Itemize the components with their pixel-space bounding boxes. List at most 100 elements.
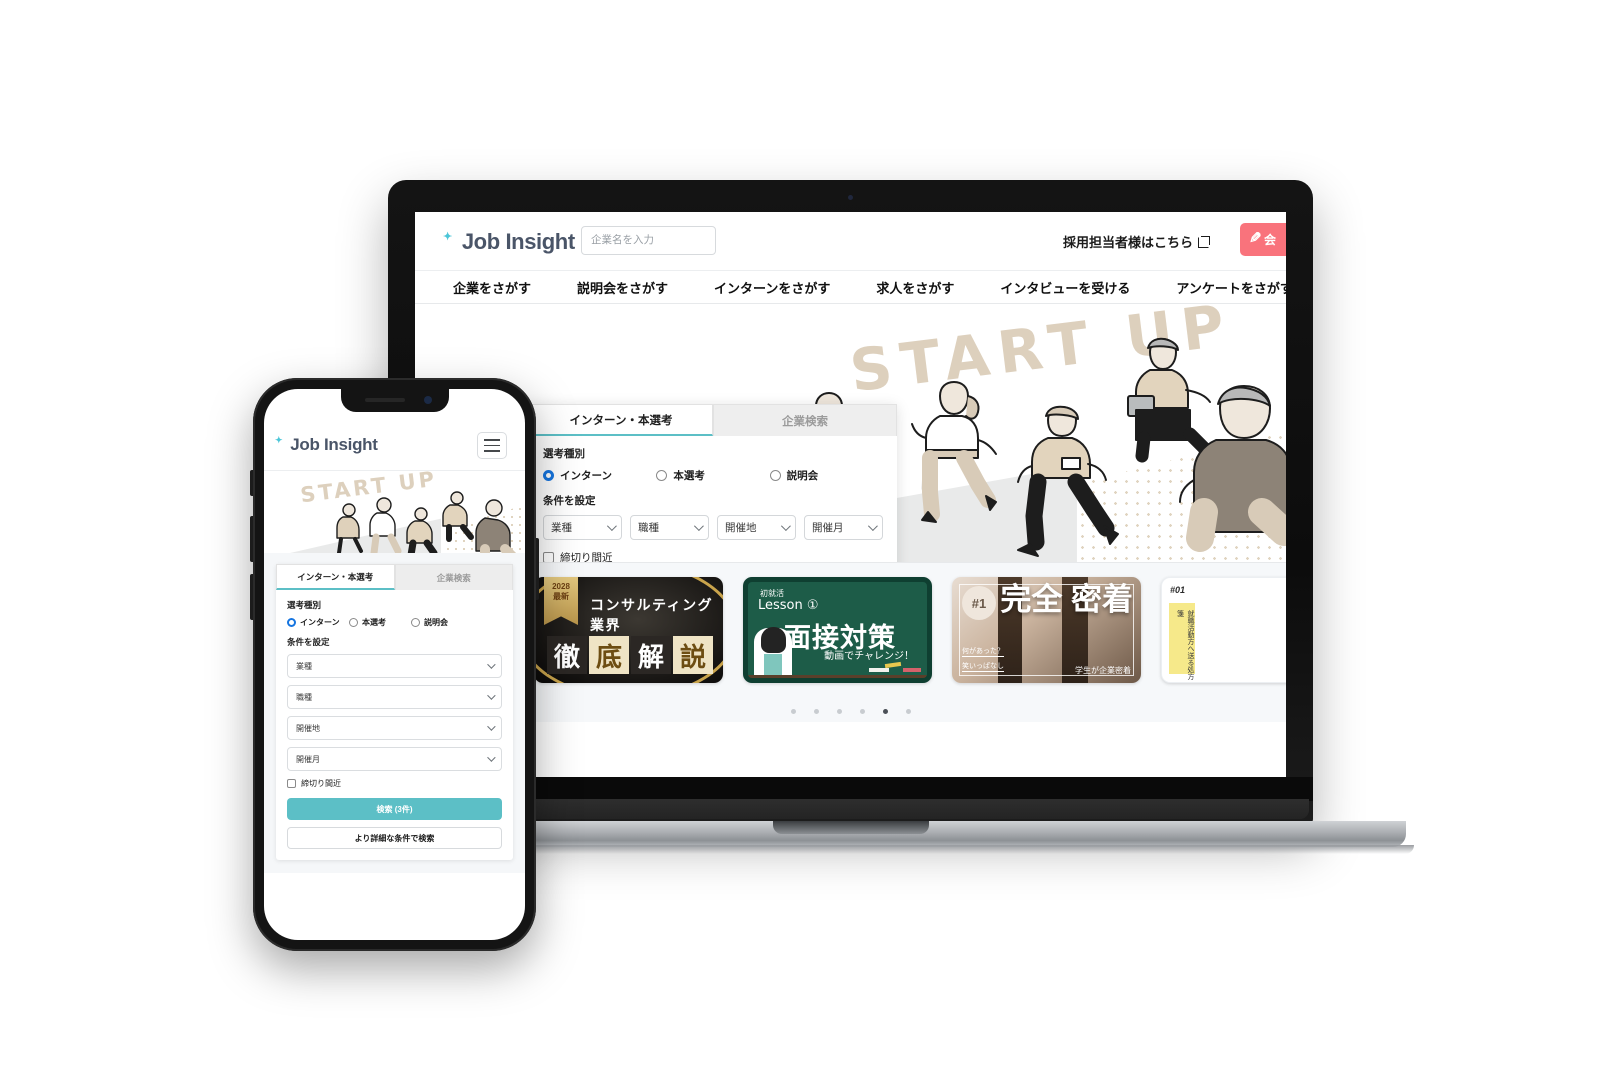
tab-company-search[interactable]: 企業検索	[713, 404, 897, 436]
phone-select-month[interactable]: 開催月	[287, 747, 502, 771]
radio-internship-dot	[543, 470, 554, 481]
carousel-dot[interactable]	[790, 709, 796, 714]
banner-card[interactable]: 2028 最新 コンサルティング業界 徹 底 解 説	[534, 577, 723, 683]
phone-deadline-checkbox-label: 締切り間近	[301, 779, 341, 788]
phone-radio-main-selection[interactable]: 本選考	[349, 617, 411, 628]
radio-main-selection[interactable]: 本選考	[656, 468, 769, 483]
laptop-base-notch	[772, 821, 929, 834]
select-location[interactable]: 開催地	[717, 515, 796, 540]
chevron-down-icon	[780, 521, 791, 532]
desktop-banner-carousel: 上級 攻略 2028 最新 コンサルティング業界 徹 底 解	[415, 562, 1286, 722]
radio-internship-label: インターン	[560, 470, 612, 482]
phone-select-industry[interactable]: 業種	[287, 654, 502, 678]
radio-briefing[interactable]: 説明会	[769, 468, 883, 483]
register-button-label: 会	[1264, 233, 1277, 247]
phone-select-job-type[interactable]: 職種	[287, 685, 502, 709]
carousel-dot[interactable]	[859, 709, 865, 714]
phone-hero-people-illustration	[336, 491, 517, 553]
banner-card[interactable]: #01 就職活動方へ送る処方箋	[1161, 577, 1286, 683]
chevron-down-icon	[606, 521, 617, 532]
deadline-checkbox[interactable]	[543, 552, 554, 562]
phone-radio-briefing[interactable]: 説明会	[411, 617, 473, 628]
desktop-main-nav: 企業をさがす 説明会をさがす インターンをさがす 求人をさがす インタビューを受…	[415, 270, 1286, 304]
burger-line	[484, 450, 500, 453]
select-month-label: 開催月	[812, 522, 844, 534]
phone-radio-internship[interactable]: インターン	[287, 617, 349, 628]
desktop-panel-tabs: インターン・本選考 企業検索	[529, 404, 897, 436]
banner-card[interactable]: 初就活 Lesson ① 面接対策 動画でチャレンジ！	[743, 577, 932, 683]
banner2-kanji-2: 底	[589, 636, 629, 674]
banner2-ribbon-year: 2028	[552, 582, 570, 591]
phone-logo[interactable]: ✦ Job Insight	[275, 435, 378, 455]
nav-item-companies[interactable]: 企業をさがす	[453, 278, 531, 297]
external-link-icon	[1198, 235, 1210, 248]
nav-item-jobs[interactable]: 求人をさがす	[876, 278, 954, 297]
phone-detailed-search-button[interactable]: より詳細な条件で検索	[287, 827, 502, 849]
desktop-search-panel: インターン・本選考 企業検索 選考種別 インターン 本選考 説明会 条件を設定 …	[529, 404, 897, 562]
desktop-logo[interactable]: ✦ Job Insight	[443, 229, 575, 255]
banner3-chalk-ledge	[748, 675, 927, 678]
phone-select-location[interactable]: 開催地	[287, 716, 502, 740]
phone-radio-main-selection-dot	[349, 618, 358, 627]
carousel-dots	[790, 709, 911, 714]
phone-panel-wrapper: インターン・本選考 企業検索 選考種別 インターン 本選考 説明会 条件を設定 …	[264, 553, 525, 873]
radio-briefing-label: 説明会	[786, 470, 819, 482]
chevron-down-icon	[487, 753, 496, 762]
banner3-chalk-red	[903, 668, 921, 672]
phone-search-panel: インターン・本選考 企業検索 選考種別 インターン 本選考 説明会 条件を設定 …	[276, 564, 513, 860]
select-location-label: 開催地	[725, 522, 757, 534]
webcam-icon	[848, 195, 853, 200]
phone-deadline-checkbox-row[interactable]: 締切り間近	[287, 778, 502, 789]
select-job-type[interactable]: 職種	[630, 515, 709, 540]
banner2-title: コンサルティング業界	[590, 597, 714, 633]
phone-power-button[interactable]	[536, 538, 539, 600]
phone-silent-switch[interactable]	[250, 470, 253, 496]
carousel-dot[interactable]	[836, 709, 842, 714]
nav-item-surveys[interactable]: アンケートをさがす	[1176, 278, 1286, 297]
deadline-checkbox-row[interactable]: 締切り間近	[543, 550, 883, 562]
select-month[interactable]: 開催月	[804, 515, 883, 540]
phone-select-location-label: 開催地	[296, 723, 320, 733]
phone-deadline-checkbox[interactable]	[287, 779, 296, 788]
phone-volume-up-button[interactable]	[250, 516, 253, 562]
banner-track: 上級 攻略 2028 最新 コンサルティング業界 徹 底 解	[415, 577, 1286, 683]
radio-briefing-dot	[769, 470, 781, 481]
nav-item-briefings[interactable]: 説明会をさがす	[577, 278, 668, 297]
phone-panel-tabs: インターン・本選考 企業検索	[276, 564, 513, 590]
phone-speaker	[364, 398, 405, 402]
register-button[interactable]: 会	[1240, 223, 1286, 256]
burger-line	[484, 438, 500, 441]
banner3-teacher-illustration	[754, 627, 792, 678]
carousel-dot-active[interactable]	[882, 709, 888, 714]
banner2-kanji-1: 徹	[547, 636, 587, 674]
hamburger-menu-icon[interactable]	[477, 432, 507, 459]
phone-tab-company-search[interactable]: 企業検索	[394, 564, 513, 590]
desktop-hero: START UP インターン・本選考 企業検索 選考種別 インターン 本選考 説…	[415, 304, 1286, 562]
phone-search-button[interactable]: 検索 (3件)	[287, 798, 502, 820]
nav-item-interviews[interactable]: インタビューを受ける	[1000, 278, 1130, 297]
phone-radio-internship-dot	[287, 618, 296, 627]
nav-item-internships[interactable]: インターンをさがす	[714, 278, 830, 297]
tab-internship-selection[interactable]: インターン・本選考	[529, 404, 713, 436]
phone-tab-internship-selection[interactable]: インターン・本選考	[276, 564, 395, 590]
recruiter-link[interactable]: 採用担当者様はこちら	[1063, 232, 1210, 251]
banner5-header: #01	[1170, 585, 1186, 595]
radio-main-selection-label: 本選考	[673, 470, 705, 482]
banner3-chalk-yellow	[884, 661, 902, 669]
banner5-vertical-text: 就職活動方へ送る処方箋	[1176, 610, 1195, 680]
banner2-kanji-row: 徹 底 解 説	[547, 636, 713, 674]
chevron-down-icon	[867, 521, 878, 532]
chevron-down-icon	[487, 691, 496, 700]
banner-card[interactable]: #1 完全 密着 何があった？ 笑いっぱなし 学生が企業密着	[952, 577, 1141, 683]
radio-internship[interactable]: インターン	[543, 468, 656, 483]
select-industry[interactable]: 業種	[543, 515, 622, 540]
pencil-icon	[1249, 234, 1261, 246]
company-search-input[interactable]: 企業名を入力	[581, 226, 716, 255]
desktop-panel-body: 選考種別 インターン 本選考 説明会 条件を設定 業種 職種 開催地 開催月 締…	[529, 436, 897, 562]
phone-radio-briefing-label: 説明会	[424, 618, 448, 627]
deadline-checkbox-label: 締切り間近	[560, 552, 613, 562]
carousel-dot[interactable]	[905, 709, 911, 714]
carousel-dot[interactable]	[813, 709, 819, 714]
phone-volume-down-button[interactable]	[250, 574, 253, 620]
selection-type-label: 選考種別	[543, 448, 585, 460]
